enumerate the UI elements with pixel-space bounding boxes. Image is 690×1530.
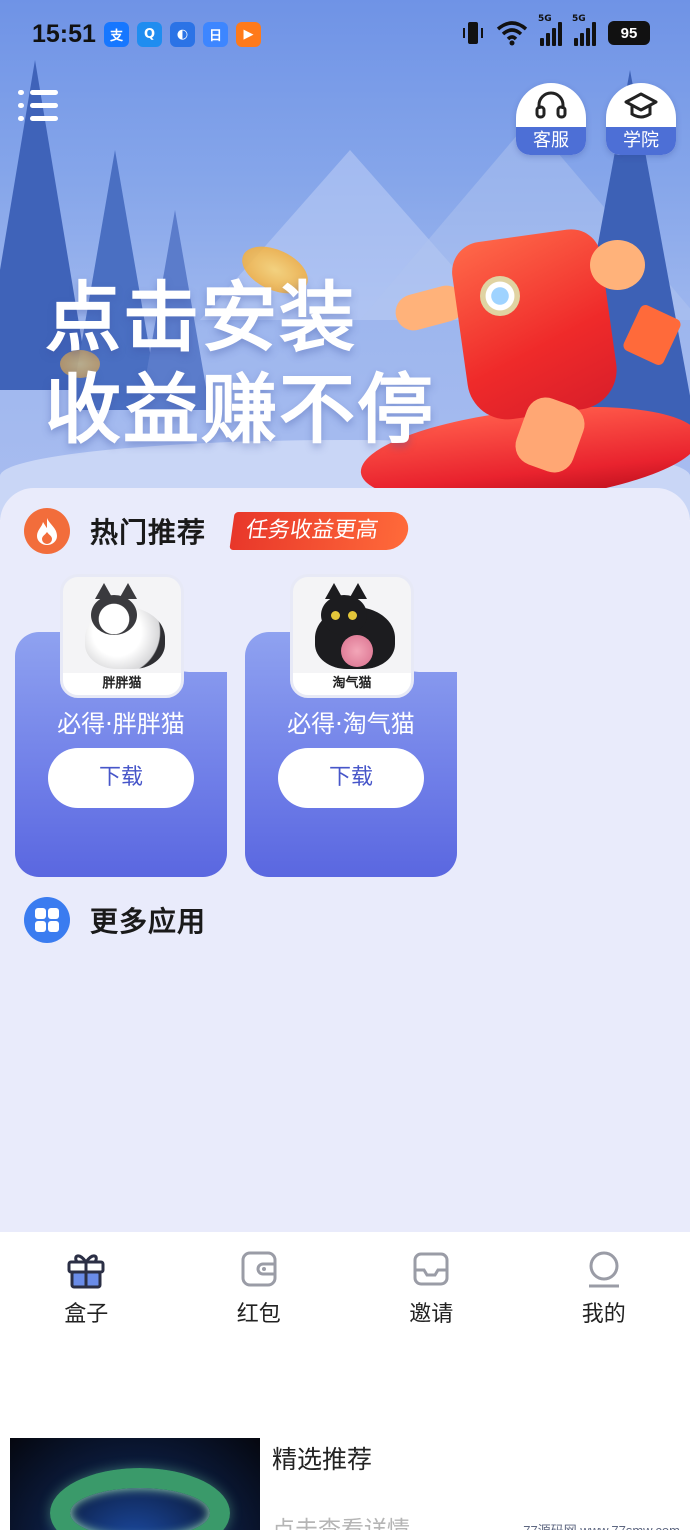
nav-item-invite[interactable]: 邀请 <box>345 1232 518 1342</box>
cat-ear <box>95 583 113 599</box>
notification-app-icons: 支 Q ◐ 日 ▶ <box>104 22 261 47</box>
academy-button[interactable]: 学院 <box>606 83 676 155</box>
app-card[interactable]: 胖胖猫 必得·胖胖猫 下载 <box>15 574 227 877</box>
cat-head <box>321 595 367 635</box>
fire-icon <box>24 508 70 554</box>
jade-bangle <box>50 1468 230 1530</box>
cat-head <box>91 595 137 635</box>
thumbnail-caption: 淘气猫 <box>293 673 411 695</box>
more-section-title: 更多应用 <box>90 905 207 938</box>
cat-ear <box>325 583 343 599</box>
nav-item-red-packet[interactable]: 红包 <box>173 1232 346 1342</box>
vibrate-icon <box>463 22 483 44</box>
nav-label: 红包 <box>236 1302 281 1327</box>
hero-title: 点击安装 收益赚不停 <box>45 272 435 456</box>
signal-5g-icon: 5G <box>572 14 596 46</box>
customer-service-label: 客服 <box>516 127 586 155</box>
battery-indicator: 95 <box>608 21 650 45</box>
network-type-label: 5G <box>572 14 586 24</box>
menu-dot <box>18 90 24 95</box>
hero-title-line2: 收益赚不停 <box>45 365 435 454</box>
wifi-icon <box>496 21 528 46</box>
menu-icon[interactable] <box>18 88 60 124</box>
nav-label: 我的 <box>581 1302 626 1327</box>
customer-service-button[interactable]: 客服 <box>516 83 586 155</box>
ad-title: 精选推荐 <box>272 1445 373 1474</box>
hero-title-line1: 点击安装 <box>45 273 357 362</box>
headset-icon <box>535 91 567 119</box>
inbox-icon <box>413 1252 449 1286</box>
hot-section-title: 热门推荐 <box>90 516 207 549</box>
yarn-ball <box>341 635 373 667</box>
more-section-header: 更多应用 <box>24 897 206 943</box>
mascot-hand <box>590 240 645 290</box>
menu-line <box>30 116 58 121</box>
cat-ear <box>349 583 367 599</box>
app-q-icon: Q <box>137 22 162 47</box>
site-watermark: 77源码网 www.77smw.com <box>523 1520 680 1530</box>
hot-section-tag: 任务收益更高 <box>229 512 411 550</box>
graduation-cap-icon <box>624 92 658 119</box>
academy-label: 学院 <box>606 127 676 155</box>
profile-icon <box>588 1251 619 1288</box>
app-circle-icon: ◐ <box>170 22 195 47</box>
ad-subtitle: 点击查看详情 <box>272 1517 410 1530</box>
mascot-emblem <box>480 276 520 316</box>
hot-section-header: 热门推荐 <box>24 508 206 554</box>
app-card-title: 必得·淘气猫 <box>287 710 415 738</box>
nav-item-mine[interactable]: 我的 <box>518 1232 690 1342</box>
status-time: 15:51 <box>32 20 96 48</box>
cat-eye <box>348 611 357 620</box>
ad-banner[interactable]: 精选推荐 点击查看详情 77源码网 www.77smw.com <box>0 1342 690 1530</box>
nav-label: 邀请 <box>409 1302 454 1327</box>
status-bar: 15:51 支 Q ◐ 日 ▶ 5G 5G 95 <box>0 0 690 70</box>
nav-label: 盒子 <box>64 1302 109 1327</box>
app-thumbnail: 胖胖猫 <box>60 574 184 698</box>
alipay-icon: 支 <box>104 22 129 47</box>
hero-banner: 点击安装 收益赚不停 <box>0 0 690 520</box>
menu-dot <box>18 116 24 121</box>
download-button[interactable]: 下载 <box>278 748 424 808</box>
status-indicators: 5G 5G 95 <box>462 14 650 46</box>
ad-image <box>10 1438 260 1530</box>
gift-box-icon <box>67 1254 105 1289</box>
download-button[interactable]: 下载 <box>48 748 194 808</box>
nav-item-box[interactable]: 盒子 <box>0 1232 173 1342</box>
app-card[interactable]: 淘气猫 必得·淘气猫 下载 <box>245 574 457 877</box>
apps-grid-icon <box>24 897 70 943</box>
bottom-navigation: 盒子 红包 邀请 我的 <box>0 1232 690 1342</box>
signal-5g-icon: 5G <box>538 14 562 46</box>
network-type-label: 5G <box>538 14 552 24</box>
cat-ear <box>119 583 137 599</box>
app-card-title: 必得·胖胖猫 <box>57 710 185 738</box>
menu-line <box>30 90 58 95</box>
menu-line <box>30 103 58 108</box>
video-app-icon: ▶ <box>236 22 261 47</box>
app-thumbnail: 淘气猫 <box>290 574 414 698</box>
cat-eye <box>331 611 340 620</box>
app-calendar-icon: 日 <box>203 22 228 47</box>
menu-dot <box>18 103 24 108</box>
wallet-icon <box>241 1251 277 1287</box>
thumbnail-caption: 胖胖猫 <box>63 673 181 695</box>
